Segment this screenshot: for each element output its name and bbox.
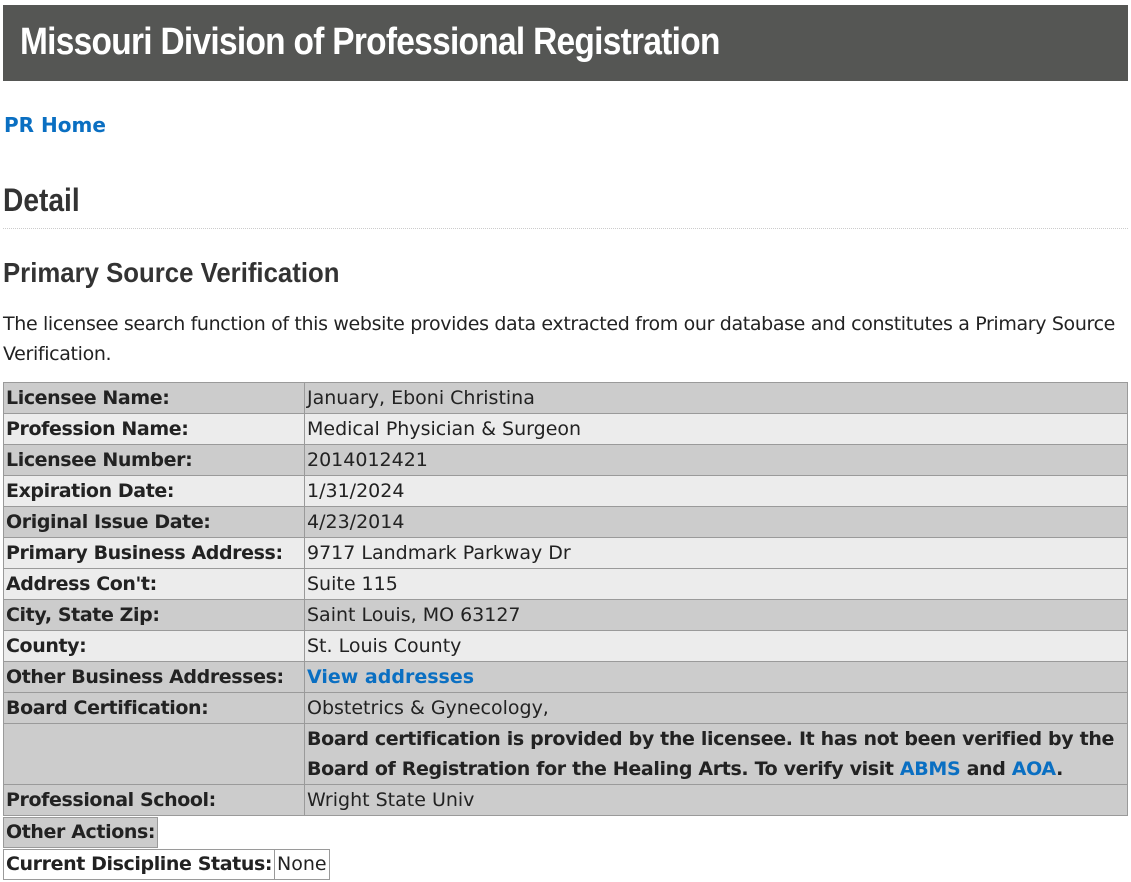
- site-title: Missouri Division of Professional Regist…: [20, 21, 720, 63]
- row-label: [3, 723, 305, 785]
- table-row: Current Discipline Status: None: [2, 849, 330, 880]
- row-label: Profession Name:: [3, 413, 305, 445]
- table-row: Licensee Name: January, Eboni Christina: [3, 382, 1128, 414]
- table-row: Primary Business Address: 9717 Landmark …: [3, 537, 1128, 569]
- board-certification-note: Board certification is provided by the l…: [304, 723, 1128, 785]
- table-row: Address Con't: Suite 115: [3, 568, 1128, 600]
- section-heading: Primary Source Verification: [3, 257, 340, 288]
- table-row: City, State Zip: Saint Louis, MO 63127: [3, 599, 1128, 631]
- row-label: Licensee Name:: [3, 382, 305, 414]
- view-addresses-link[interactable]: View addresses: [307, 666, 474, 688]
- row-label: City, State Zip:: [3, 599, 305, 631]
- other-actions-label: Other Actions:: [2, 817, 159, 848]
- table-row: Licensee Number: 2014012421: [3, 444, 1128, 476]
- row-label: Other Business Addresses:: [3, 661, 305, 693]
- table-row: Original Issue Date: 4/23/2014: [3, 506, 1128, 538]
- row-value: St. Louis County: [304, 630, 1128, 662]
- discipline-status-label: Current Discipline Status:: [2, 849, 276, 880]
- row-value: View addresses: [304, 661, 1128, 693]
- table-row: Other Actions:: [2, 817, 159, 848]
- row-value: 2014012421: [304, 444, 1128, 476]
- abms-link[interactable]: ABMS: [900, 758, 961, 780]
- row-value: Wright State Univ: [304, 784, 1128, 816]
- table-row: Professional School: Wright State Univ: [3, 784, 1128, 816]
- row-value: 4/23/2014: [304, 506, 1128, 538]
- pr-home-link[interactable]: PR Home: [4, 113, 106, 137]
- row-label: Primary Business Address:: [3, 537, 305, 569]
- aoa-link[interactable]: AOA: [1012, 758, 1057, 780]
- row-value: January, Eboni Christina: [304, 382, 1128, 414]
- table-row: Board Certification: Obstetrics & Gyneco…: [3, 692, 1128, 724]
- heading-divider: [3, 228, 1128, 229]
- table-row: Board certification is provided by the l…: [3, 723, 1128, 785]
- table-row: Other Business Addresses: View addresses: [3, 661, 1128, 693]
- intro-text: The licensee search function of this web…: [3, 313, 1116, 365]
- discipline-status-value: None: [274, 849, 330, 880]
- row-value: Suite 115: [304, 568, 1128, 600]
- licensee-detail-table: Licensee Name: January, Eboni Christina …: [3, 382, 1128, 816]
- row-value: 1/31/2024: [304, 475, 1128, 507]
- row-value: Medical Physician & Surgeon: [304, 413, 1128, 445]
- row-value: Obstetrics & Gynecology,: [304, 692, 1128, 724]
- discipline-status-table: Current Discipline Status: None: [2, 849, 330, 880]
- board-note-end: .: [1056, 758, 1063, 780]
- table-row: County: St. Louis County: [3, 630, 1128, 662]
- row-label: Licensee Number:: [3, 444, 305, 476]
- other-actions-table: Other Actions:: [2, 817, 159, 848]
- table-row: Profession Name: Medical Physician & Sur…: [3, 413, 1128, 445]
- page-title: Detail: [3, 182, 80, 218]
- row-value: Saint Louis, MO 63127: [304, 599, 1128, 631]
- row-label: Professional School:: [3, 784, 305, 816]
- board-note-and: and: [966, 758, 1006, 780]
- header-banner: Missouri Division of Professional Regist…: [3, 5, 1128, 81]
- row-label: Address Con't:: [3, 568, 305, 600]
- row-label: Expiration Date:: [3, 475, 305, 507]
- row-label: Original Issue Date:: [3, 506, 305, 538]
- table-row: Expiration Date: 1/31/2024: [3, 475, 1128, 507]
- row-value: 9717 Landmark Parkway Dr: [304, 537, 1128, 569]
- row-label: Board Certification:: [3, 692, 305, 724]
- row-label: County:: [3, 630, 305, 662]
